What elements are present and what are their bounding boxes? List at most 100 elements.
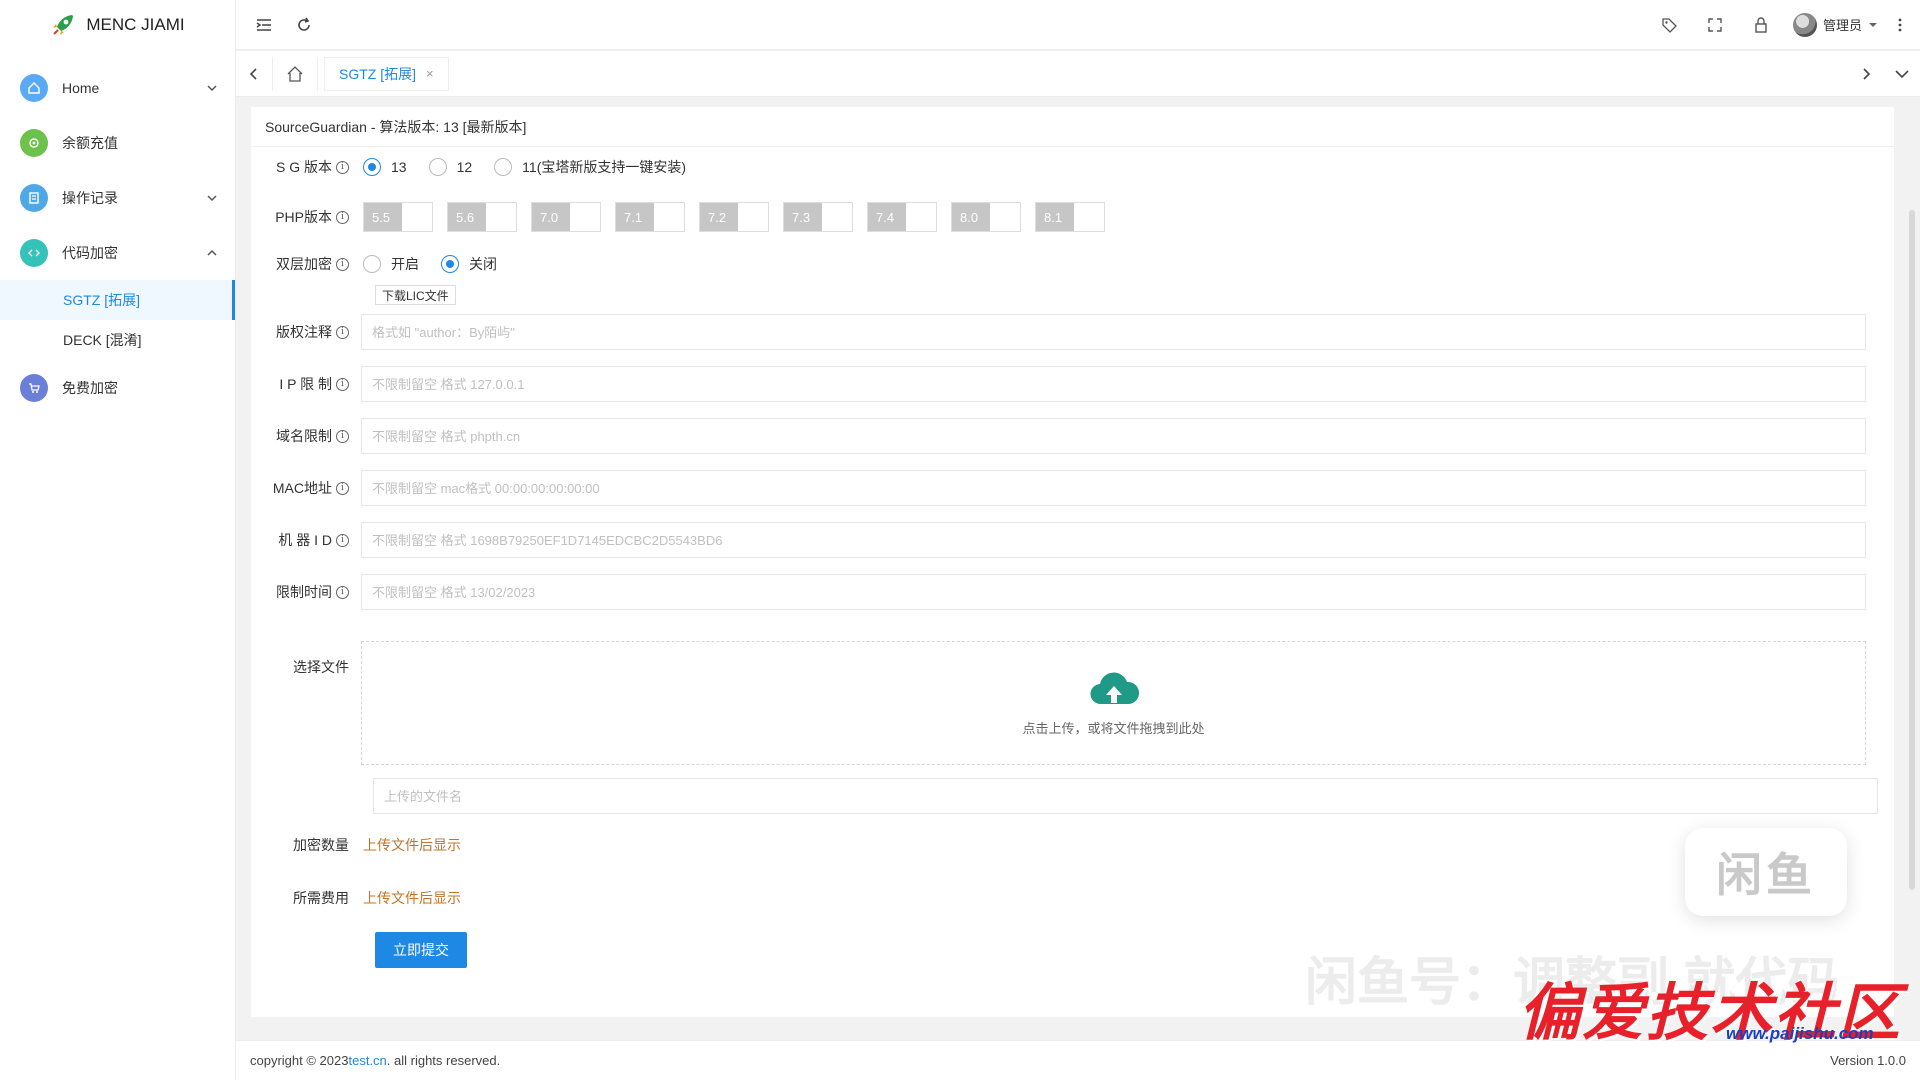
info-icon[interactable]: i <box>336 325 349 339</box>
sidebar-subitem-sgtz[interactable]: SGTZ [拓展] <box>0 280 235 320</box>
tab-sgtz[interactable]: SGTZ [拓展] × <box>324 56 449 91</box>
info-icon[interactable]: i <box>336 585 349 599</box>
cloud-upload-icon <box>1089 672 1139 704</box>
sg-version-13-radio[interactable]: 13 <box>363 158 407 176</box>
php-checkbox-8.1[interactable]: 8.1 <box>1035 202 1105 232</box>
domain-limit-input[interactable] <box>361 418 1866 454</box>
chevron-left-icon <box>249 67 257 80</box>
submit-button[interactable]: 立即提交 <box>375 932 467 968</box>
fullscreen-icon <box>1708 17 1722 32</box>
field-label: 所需费用 <box>293 890 349 906</box>
php-checkbox-7.0[interactable]: 7.0 <box>531 202 601 232</box>
time-limit-row: 限制时间 i <box>251 574 1866 610</box>
footer-link[interactable]: test.cn <box>348 1053 386 1068</box>
php-checkbox-5.5[interactable]: 5.5 <box>363 202 433 232</box>
fullscreen-button[interactable] <box>1695 5 1735 45</box>
time-limit-input[interactable] <box>361 574 1866 610</box>
filename-row <box>373 778 1878 814</box>
app-logo[interactable]: MENC JIAMI <box>0 0 235 50</box>
cart-icon <box>20 373 48 402</box>
sg-version-12-radio[interactable]: 12 <box>428 158 472 176</box>
machine-id-input[interactable] <box>361 522 1866 558</box>
double-encrypt-on-radio[interactable]: 开启 <box>363 254 419 274</box>
vertical-scrollbar[interactable] <box>1909 210 1915 890</box>
info-icon[interactable]: i <box>336 377 349 391</box>
php-checkbox-7.4[interactable]: 7.4 <box>867 202 937 232</box>
chevron-down-icon <box>1895 69 1909 78</box>
copyright-prefix: copyright © 2023 <box>250 1053 349 1068</box>
upload-hint: 点击上传，或将文件拖拽到此处 <box>1022 720 1205 736</box>
app-title: MENC JIAMI <box>86 15 185 34</box>
mac-address-input[interactable] <box>361 470 1866 506</box>
tab-close-icon[interactable]: × <box>426 66 434 81</box>
info-icon[interactable]: i <box>336 429 349 443</box>
file-upload-dropzone[interactable]: 点击上传，或将文件拖拽到此处 <box>361 641 1866 765</box>
php-checkbox-5.6[interactable]: 5.6 <box>447 202 517 232</box>
chevron-right-icon <box>1863 67 1871 80</box>
lock-button[interactable] <box>1741 5 1781 45</box>
submit-row: 立即提交 <box>375 932 467 968</box>
php-checkbox-7.3[interactable]: 7.3 <box>783 202 853 232</box>
info-icon[interactable]: i <box>336 481 349 495</box>
sidebar-item-code-encrypt[interactable]: 代码加密 <box>0 225 235 280</box>
tab-scroll-right-button[interactable] <box>1848 51 1884 97</box>
radio-dot <box>428 158 447 176</box>
php-checkbox-8.0[interactable]: 8.0 <box>951 202 1021 232</box>
ip-limit-row: I P 限 制i <box>251 366 1866 402</box>
menu-fold-icon <box>256 18 271 31</box>
radio-dot <box>363 255 381 273</box>
sidebar-item-free-encrypt[interactable]: 免费加密 <box>0 360 235 415</box>
php-version-row: PHP版本 i 5.5 5.6 7.0 7.1 7.2 7.3 7.4 8.0 8… <box>251 202 1105 232</box>
refresh-icon <box>298 17 310 31</box>
mac-row: MAC地址 i <box>251 470 1866 506</box>
field-label: PHP版本 i <box>251 207 361 227</box>
double-encrypt-off-radio[interactable]: 关闭 <box>441 254 497 274</box>
rocket-icon <box>53 15 74 35</box>
ip-limit-input[interactable] <box>361 366 1866 402</box>
field-label: 版权注释 i <box>251 322 361 342</box>
card-title: SourceGuardian - 算法版本: 13 [最新版本] <box>251 107 1894 147</box>
field-label: 加密数量 <box>293 837 349 853</box>
double-encrypt-row: 双层加密 i 开启 关闭 <box>251 254 497 274</box>
chevron-down-icon <box>207 194 217 201</box>
uploaded-filename-input[interactable] <box>373 778 1878 814</box>
info-icon[interactable]: i <box>336 257 349 271</box>
main-card: SourceGuardian - 算法版本: 13 [最新版本] S G 版本 i… <box>251 107 1894 1017</box>
sidebar-item-label: 代码加密 <box>62 244 118 261</box>
php-version-checkboxes: 5.5 5.6 7.0 7.1 7.2 7.3 7.4 8.0 8.1 <box>361 202 1105 232</box>
refresh-button[interactable] <box>284 5 324 45</box>
fee-row: 所需费用 上传文件后显示 <box>251 888 461 908</box>
more-button[interactable] <box>1888 5 1912 45</box>
info-icon[interactable]: i <box>336 210 349 224</box>
php-checkbox-7.2[interactable]: 7.2 <box>699 202 769 232</box>
sidebar-item-home[interactable]: Home <box>0 60 235 115</box>
sidebar-item-recharge[interactable]: 余额充值 <box>0 115 235 170</box>
user-menu[interactable]: 管理员 <box>1792 12 1878 37</box>
info-icon[interactable]: i <box>336 160 349 174</box>
copyright-input[interactable] <box>361 314 1866 350</box>
home-icon <box>287 65 303 82</box>
tag-button[interactable] <box>1649 5 1689 45</box>
sidebar-menu: Home 余额充值 操作记录 代码加密 SGTZ [拓展] DECK [混淆] <box>0 60 235 415</box>
download-lic-button[interactable]: 下载LIC文件 <box>375 285 456 305</box>
top-header: 管理员 <box>236 0 1920 50</box>
php-checkbox-7.1[interactable]: 7.1 <box>615 202 685 232</box>
record-icon <box>20 183 48 212</box>
field-label: 双层加密 i <box>251 254 361 274</box>
menu-toggle-button[interactable] <box>244 5 284 45</box>
tab-label: SGTZ [拓展] <box>339 65 416 82</box>
code-icon <box>20 238 48 267</box>
tab-home[interactable] <box>272 56 318 91</box>
tab-scroll-left-button[interactable] <box>236 51 272 97</box>
info-icon[interactable]: i <box>336 533 349 547</box>
wallet-icon <box>20 128 48 157</box>
sidebar-subitem-deck[interactable]: DECK [混淆] <box>0 320 235 360</box>
more-vertical-icon <box>1898 18 1902 31</box>
caret-down-icon <box>1869 22 1877 27</box>
sidebar-item-label: 操作记录 <box>62 189 118 206</box>
sidebar-item-records[interactable]: 操作记录 <box>0 170 235 225</box>
count-row: 加密数量 上传文件后显示 <box>251 835 461 855</box>
tab-dropdown-button[interactable] <box>1884 51 1920 97</box>
sg-version-11-radio[interactable]: 11(宝塔新版支持一键安装) <box>494 157 686 177</box>
field-label: I P 限 制i <box>251 374 361 394</box>
